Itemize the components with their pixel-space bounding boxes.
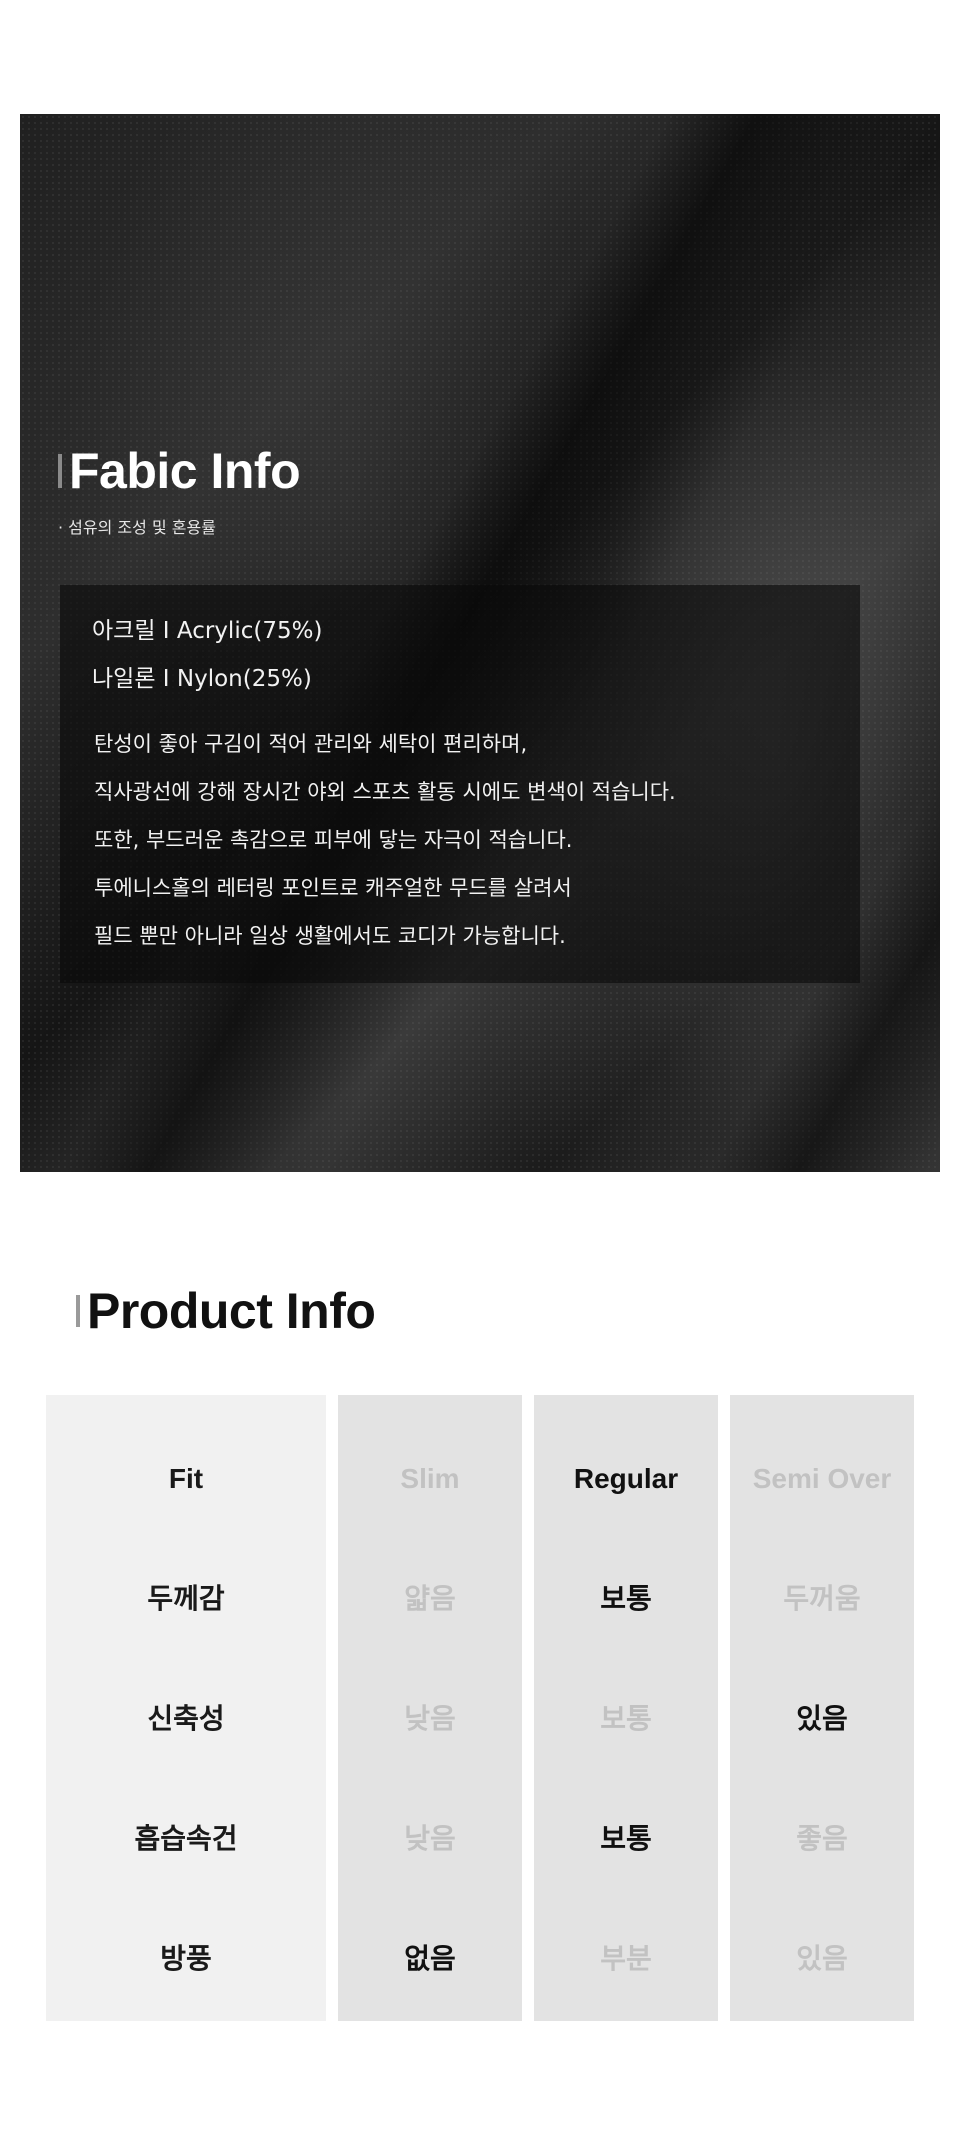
option-value: Regular	[573, 1463, 679, 1494]
option-value: 없음	[404, 1943, 456, 1974]
fabric-info-box: 아크릴 I Acrylic(75%) 나일론 I Nylon(25%) 탄성이 …	[60, 585, 860, 983]
option-value: Semi Over	[752, 1463, 892, 1494]
description-line: 또한, 부드러운 촉감으로 피부에 닿는 자극이 적습니다.	[94, 828, 573, 852]
composition-nylon: 나일론 I Nylon(25%)	[92, 666, 312, 692]
option-value: 있음	[796, 1943, 848, 1974]
product-info-title: Product Info	[76, 1282, 376, 1340]
description-line: 탄성이 좋아 구김이 적어 관리와 세탁이 편리하며,	[94, 732, 528, 756]
fabric-info-subtitle: · 섬유의 조성 및 혼용률	[58, 518, 216, 537]
title-accent-bar	[58, 454, 62, 488]
attribute-label: 흡습속건	[134, 1823, 238, 1854]
description-line: 투에니스홀의 레터링 포인트로 캐주얼한 무드를 살려서	[94, 876, 572, 900]
title-accent-bar	[76, 1295, 80, 1327]
option-column-3: Semi Over 두꺼움 있음 좋음 있음	[730, 1395, 914, 2021]
option-column-1: Slim 얇음 낮음 낮음 없음	[338, 1395, 522, 2021]
option-value: 낮음	[404, 1823, 456, 1854]
option-value: Slim	[400, 1463, 460, 1494]
description-line: 직사광선에 강해 장시간 야외 스포츠 활동 시에도 변색이 적습니다.	[94, 780, 676, 804]
attribute-label: Fit	[168, 1463, 204, 1494]
fabric-info-title: Fabic Info	[58, 442, 301, 500]
attribute-label: 두께감	[147, 1583, 225, 1614]
product-info-title-text: Product Info	[87, 1283, 376, 1339]
option-value: 보통	[600, 1583, 652, 1614]
option-value: 두꺼움	[783, 1583, 861, 1614]
option-value: 부분	[600, 1943, 652, 1974]
composition-acrylic: 아크릴 I Acrylic(75%)	[92, 618, 323, 644]
option-column-2: Regular 보통 보통 보통 부분	[534, 1395, 718, 2021]
option-value: 보통	[600, 1703, 652, 1734]
description-line: 필드 뿐만 아니라 일상 생활에서도 코디가 가능합니다.	[94, 924, 566, 948]
option-value: 있음	[796, 1703, 848, 1734]
fabric-info-title-text: Fabic Info	[69, 443, 301, 499]
attribute-label-column: Fit 두께감 신축성 흡습속건 방풍	[46, 1395, 326, 2021]
option-value: 좋음	[796, 1823, 848, 1854]
attribute-label: 방풍	[160, 1943, 212, 1974]
option-value: 낮음	[404, 1703, 456, 1734]
option-value: 보통	[600, 1823, 652, 1854]
option-value: 얇음	[404, 1583, 456, 1614]
attribute-label: 신축성	[147, 1703, 225, 1734]
